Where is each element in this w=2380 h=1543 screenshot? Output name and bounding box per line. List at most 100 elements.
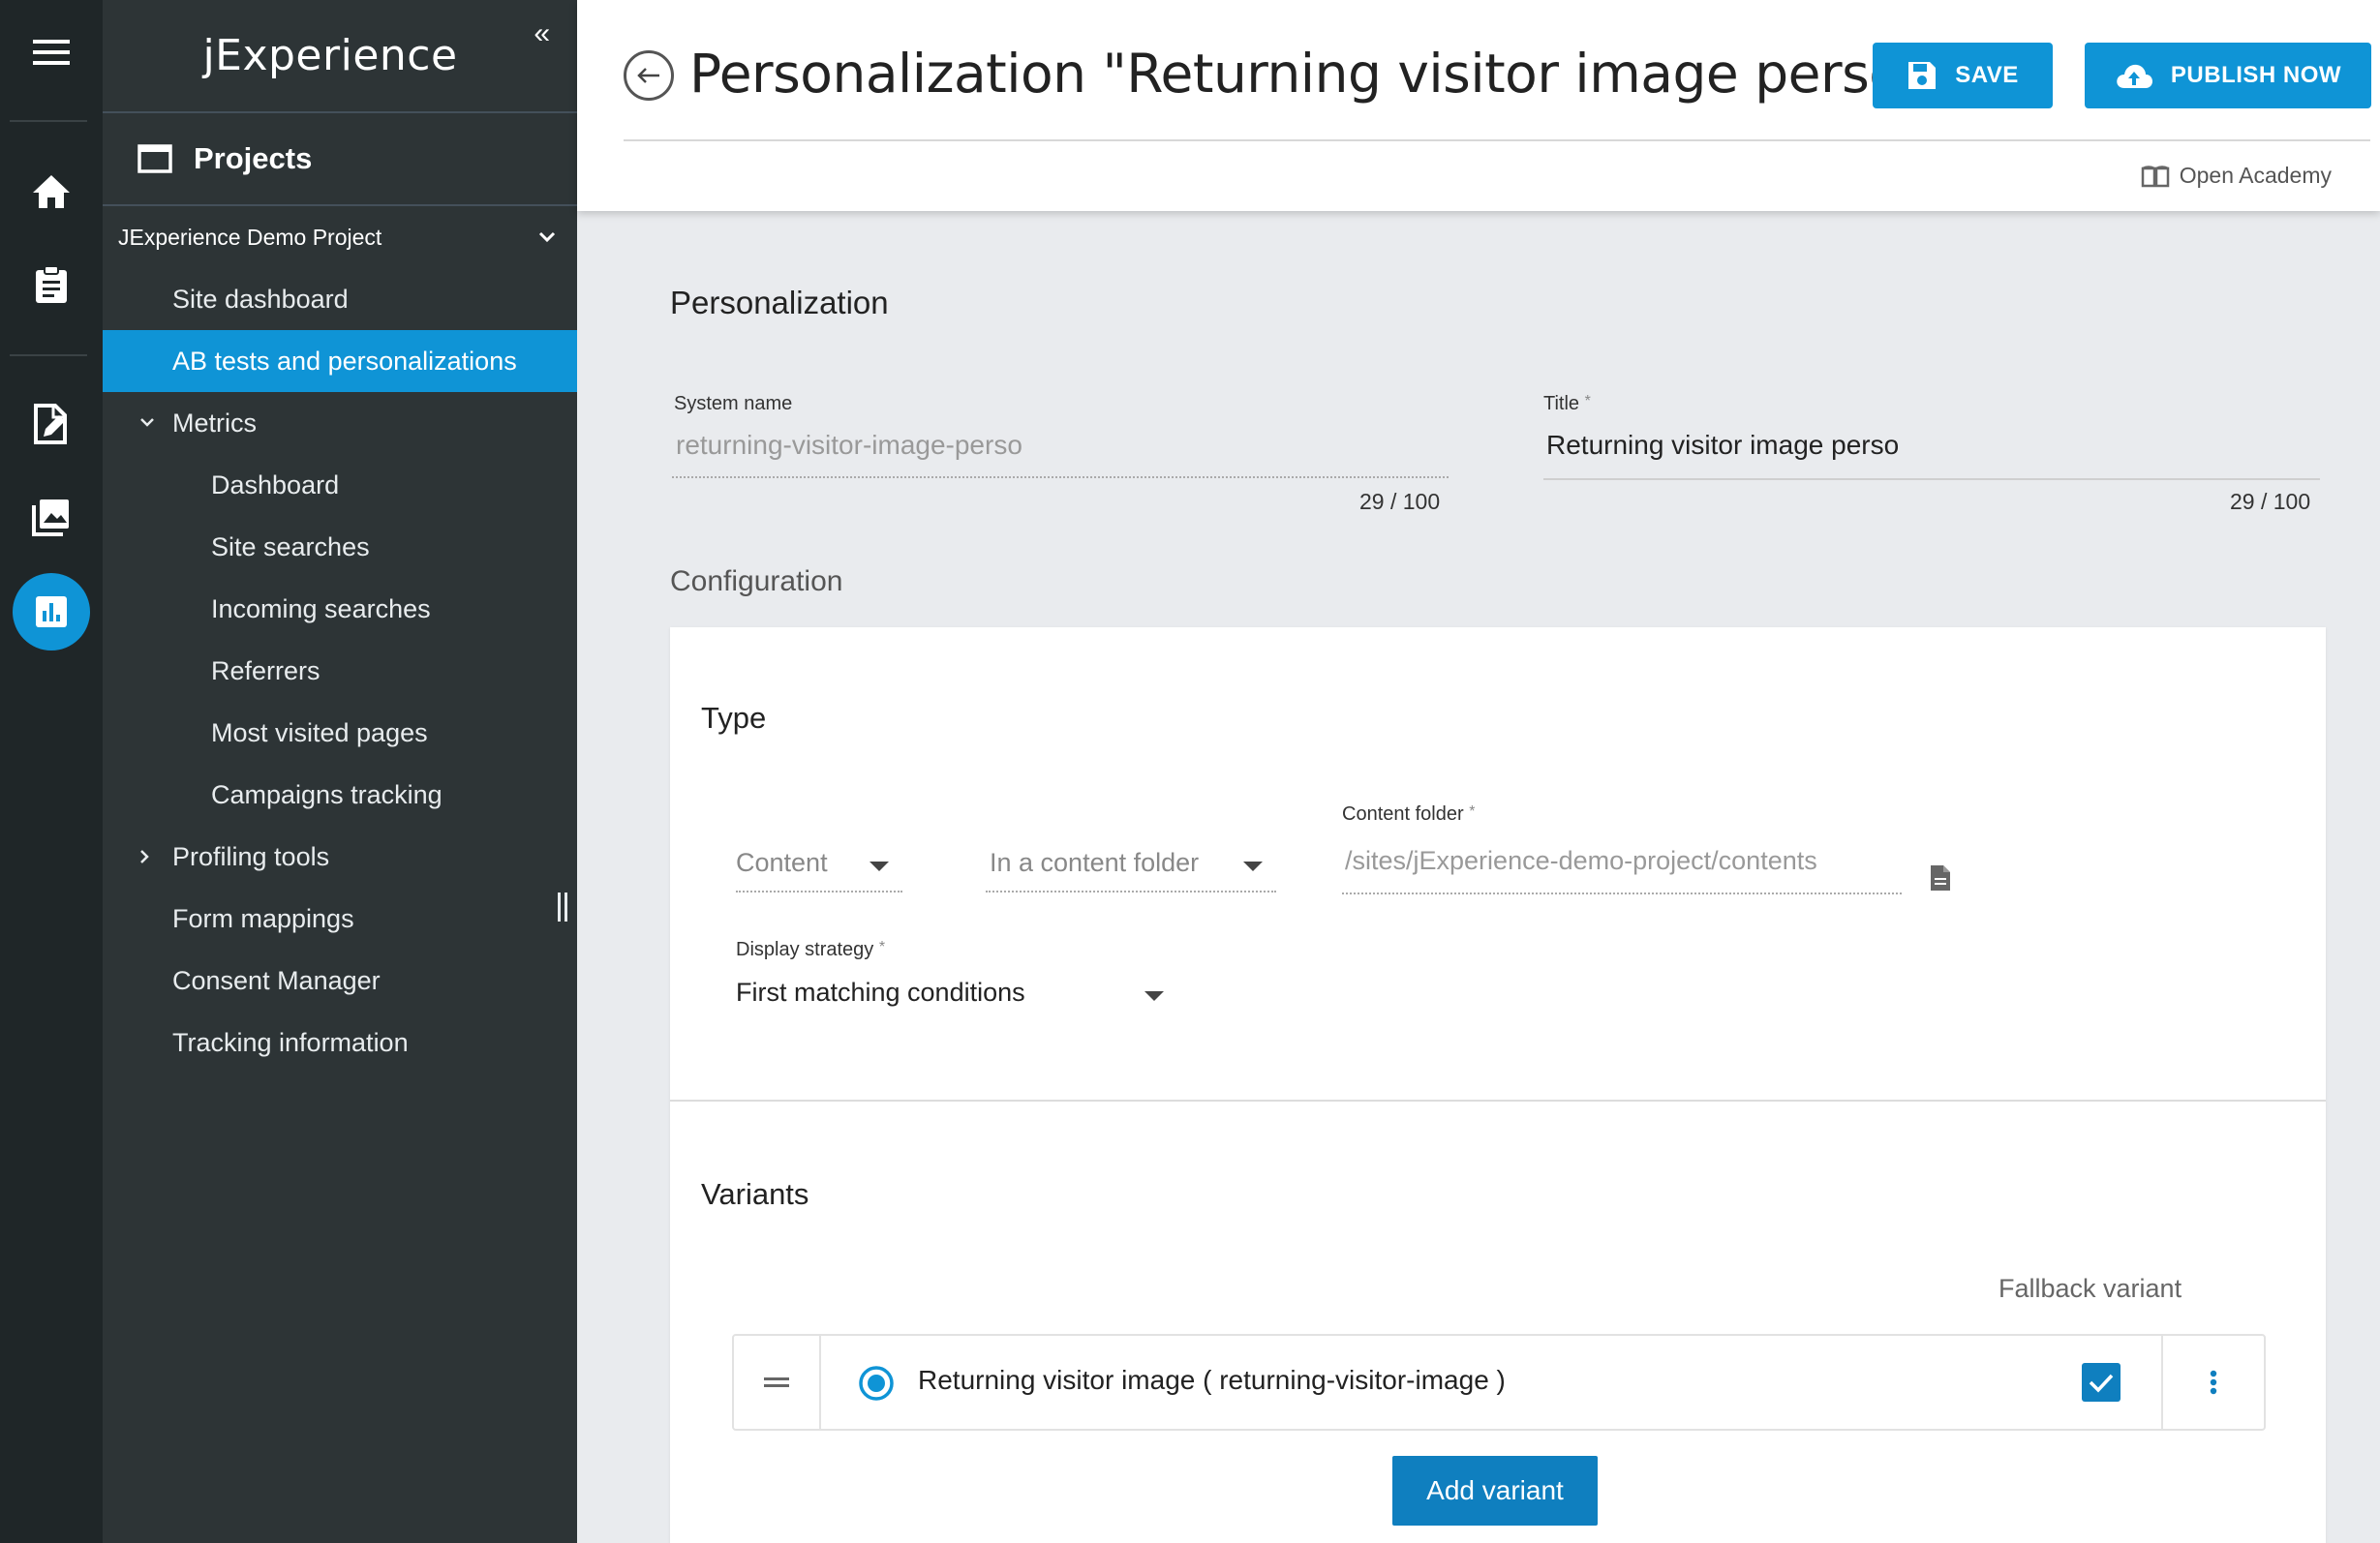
variants-section-title: Variants [701,1177,809,1211]
checkmark-icon [2089,1374,2114,1393]
sidebar-resize-handle[interactable] [558,893,567,922]
publish-now-label: PUBLISH NOW [2170,62,2342,88]
projects-header[interactable]: Projects [103,113,577,206]
header-divider [624,139,2370,141]
sidebar-item-metrics[interactable]: Metrics [103,392,577,454]
system-name-counter: 29 / 100 [1359,489,1441,514]
sidebar-item-label: Dashboard [211,469,340,499]
icon-rail [0,0,103,1543]
rail-divider [10,120,87,122]
fallback-checkbox[interactable] [2082,1363,2121,1402]
location-value: In a content folder [990,848,1200,877]
system-name-label: System name [674,393,793,414]
save-button[interactable]: SAVE [1873,43,2053,108]
add-variant-button[interactable]: Add variant [1392,1456,1598,1526]
sidebar-item-label: Site searches [211,531,370,561]
configuration-section-title: Configuration [670,565,843,597]
sidebar: jExperience « Projects JExperience Demo … [103,0,577,1543]
sidebar-item-ab-tests[interactable]: AB tests and personalizations [103,330,577,392]
title-underline [1543,478,2320,480]
floppy-disk-icon [1908,62,1937,89]
caret-down-icon [870,862,889,871]
sidebar-item-site-searches[interactable]: Site searches [103,516,577,578]
display-strategy-value: First matching conditions [736,978,1025,1007]
variant-radio[interactable] [858,1365,895,1407]
sidebar-item-tracking-information[interactable]: Tracking information [103,1012,577,1074]
sidebar-item-profiling-tools[interactable]: Profiling tools [103,826,577,888]
sidebar-item-consent-manager[interactable]: Consent Manager [103,950,577,1012]
open-academy-link[interactable]: Open Academy [2141,163,2332,189]
sidebar-item-label: Campaigns tracking [211,779,442,809]
display-strategy-label: Display strategy * [736,939,886,960]
type-section-title: Type [701,701,767,735]
card-divider [670,1100,2326,1102]
back-arrow-icon[interactable] [624,50,674,101]
page-title: Personalization "Returning visitor image… [689,43,1926,105]
window-icon [137,144,172,173]
sidebar-item-referrers[interactable]: Referrers [103,640,577,702]
sidebar-item-label: AB tests and personalizations [172,346,517,376]
title-field[interactable]: Returning visitor image perso [1546,430,1899,461]
variant-row: Returning visitor image ( returning-visi… [732,1334,2266,1431]
content-folder-label: Content folder * [1342,803,1476,825]
caret-down-icon [1243,862,1263,871]
variant-label: Returning visitor image ( returning-visi… [918,1365,1506,1395]
sidebar-item-label: Metrics [172,408,257,438]
clipboard-icon[interactable] [0,246,103,323]
collapse-sidebar-icon[interactable]: « [534,17,550,50]
sidebar-item-most-visited-pages[interactable]: Most visited pages [103,702,577,764]
title-label: Title * [1543,393,1591,414]
sidebar-item-label: Tracking information [172,1027,409,1057]
open-academy-label: Open Academy [2179,163,2332,188]
sidebar-item-incoming-searches[interactable]: Incoming searches [103,578,577,640]
publish-now-button[interactable]: PUBLISH NOW [2085,43,2371,108]
menu-icon[interactable] [0,14,103,91]
document-edit-icon[interactable] [0,385,103,463]
system-name-underline [672,476,1449,478]
title-counter: 29 / 100 [2230,489,2311,514]
app-logo: jExperience [202,31,458,80]
caret-down-icon [1144,991,1164,1001]
sidebar-item-campaigns-tracking[interactable]: Campaigns tracking [103,764,577,826]
sidebar-item-dashboard[interactable]: Dashboard [103,454,577,516]
sidebar-item-label: Site dashboard [172,284,349,314]
project-selector[interactable]: JExperience Demo Project [103,206,577,268]
sidebar-item-label: Most visited pages [211,717,428,747]
fallback-variant-header: Fallback variant [1999,1274,2182,1303]
content-type-value: Content [736,848,828,877]
personalization-section-title: Personalization [670,285,889,320]
content-folder-field[interactable]: /sites/jExperience-demo-project/contents [1345,846,1899,876]
page-header: Personalization "Returning visitor image… [577,0,2380,211]
chart-icon [13,573,90,650]
home-icon[interactable] [0,153,103,230]
sidebar-item-site-dashboard[interactable]: Site dashboard [103,268,577,330]
main-content: Personalization System name returning-vi… [577,211,2380,1543]
system-name-field[interactable]: returning-visitor-image-perso [676,430,1022,461]
cloud-upload-icon [2117,64,2152,88]
projects-title: Projects [194,141,313,175]
project-name: JExperience Demo Project [118,224,382,250]
sidebar-item-form-mappings[interactable]: Form mappings [103,888,577,950]
location-select[interactable]: In a content folder [986,848,1276,893]
chevron-down-icon [538,231,556,243]
configuration-card: Type Content In a content folder Content… [670,627,2326,1543]
file-picker-icon[interactable] [1929,863,1952,897]
save-button-label: SAVE [1955,62,2019,88]
brand-header: jExperience « [103,0,577,113]
more-vertical-icon[interactable] [2161,1336,2264,1429]
chevron-right-icon [140,850,149,863]
chevron-down-icon [140,418,154,427]
gallery-icon[interactable] [0,478,103,556]
sidebar-item-label: Incoming searches [211,593,431,623]
sidebar-item-label: Referrers [211,655,320,685]
sidebar-item-label: Consent Manager [172,965,381,995]
rail-divider [10,354,87,356]
sidebar-item-label: Profiling tools [172,841,330,871]
content-type-select[interactable]: Content [736,848,902,893]
book-icon [2141,165,2169,187]
sidebar-item-label: Form mappings [172,903,354,933]
content-folder-underline [1342,893,1902,894]
display-strategy-select[interactable]: First matching conditions [736,978,1164,1022]
chart-icon-button[interactable] [0,573,103,650]
drag-handle-icon[interactable] [734,1336,821,1429]
